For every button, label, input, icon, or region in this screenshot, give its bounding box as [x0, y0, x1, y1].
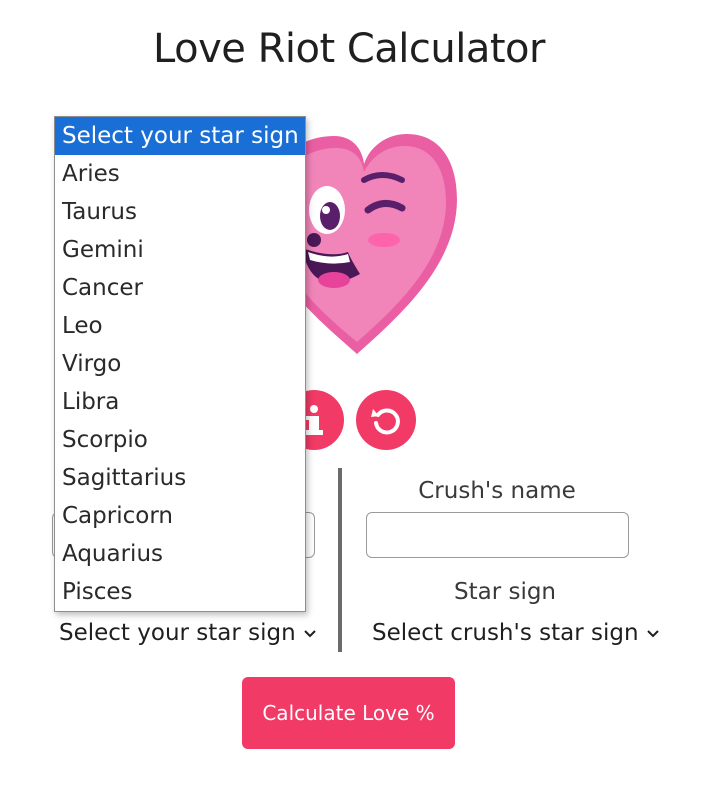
dropdown-option[interactable]: Gemini [55, 231, 305, 269]
calculate-love-button[interactable]: Calculate Love % [242, 677, 455, 749]
your-star-sign-value: Select your star sign [59, 620, 296, 646]
dropdown-option[interactable]: Sagittarius [55, 459, 305, 497]
chevron-down-icon [646, 629, 659, 637]
your-star-sign-select[interactable]: Select your star sign [59, 620, 316, 646]
column-divider [338, 468, 342, 652]
crush-name-input[interactable] [366, 512, 629, 558]
crush-star-sign-select[interactable]: Select crush's star sign [372, 620, 659, 646]
star-sign-options: Select your star sign Aries Taurus Gemin… [55, 117, 305, 611]
crush-name-label: Crush's name [418, 478, 576, 504]
star-sign-dropdown[interactable]: Select your star sign Aries Taurus Gemin… [54, 116, 306, 612]
dropdown-option[interactable]: Pisces [55, 573, 305, 611]
dropdown-option[interactable]: Aries [55, 155, 305, 193]
dropdown-option[interactable]: Select your star sign [55, 117, 305, 155]
dropdown-option[interactable]: Scorpio [55, 421, 305, 459]
dropdown-option[interactable]: Capricorn [55, 497, 305, 535]
page-title: Love Riot Calculator [153, 26, 545, 72]
dropdown-option[interactable]: Virgo [55, 345, 305, 383]
dropdown-option[interactable]: Libra [55, 383, 305, 421]
dropdown-option[interactable]: Aquarius [55, 535, 305, 573]
crush-star-sign-value: Select crush's star sign [372, 620, 639, 646]
chevron-down-icon [304, 629, 316, 637]
dropdown-option[interactable]: Taurus [55, 193, 305, 231]
love-calculator-page: Love Riot Calculator Crush's name Star s… [0, 0, 721, 787]
reset-icon [371, 408, 400, 435]
crush-star-sign-label: Star sign [453, 579, 557, 605]
dropdown-option[interactable]: Leo [55, 307, 305, 345]
dropdown-option[interactable]: Cancer [55, 269, 305, 307]
reset-button[interactable] [356, 390, 416, 450]
